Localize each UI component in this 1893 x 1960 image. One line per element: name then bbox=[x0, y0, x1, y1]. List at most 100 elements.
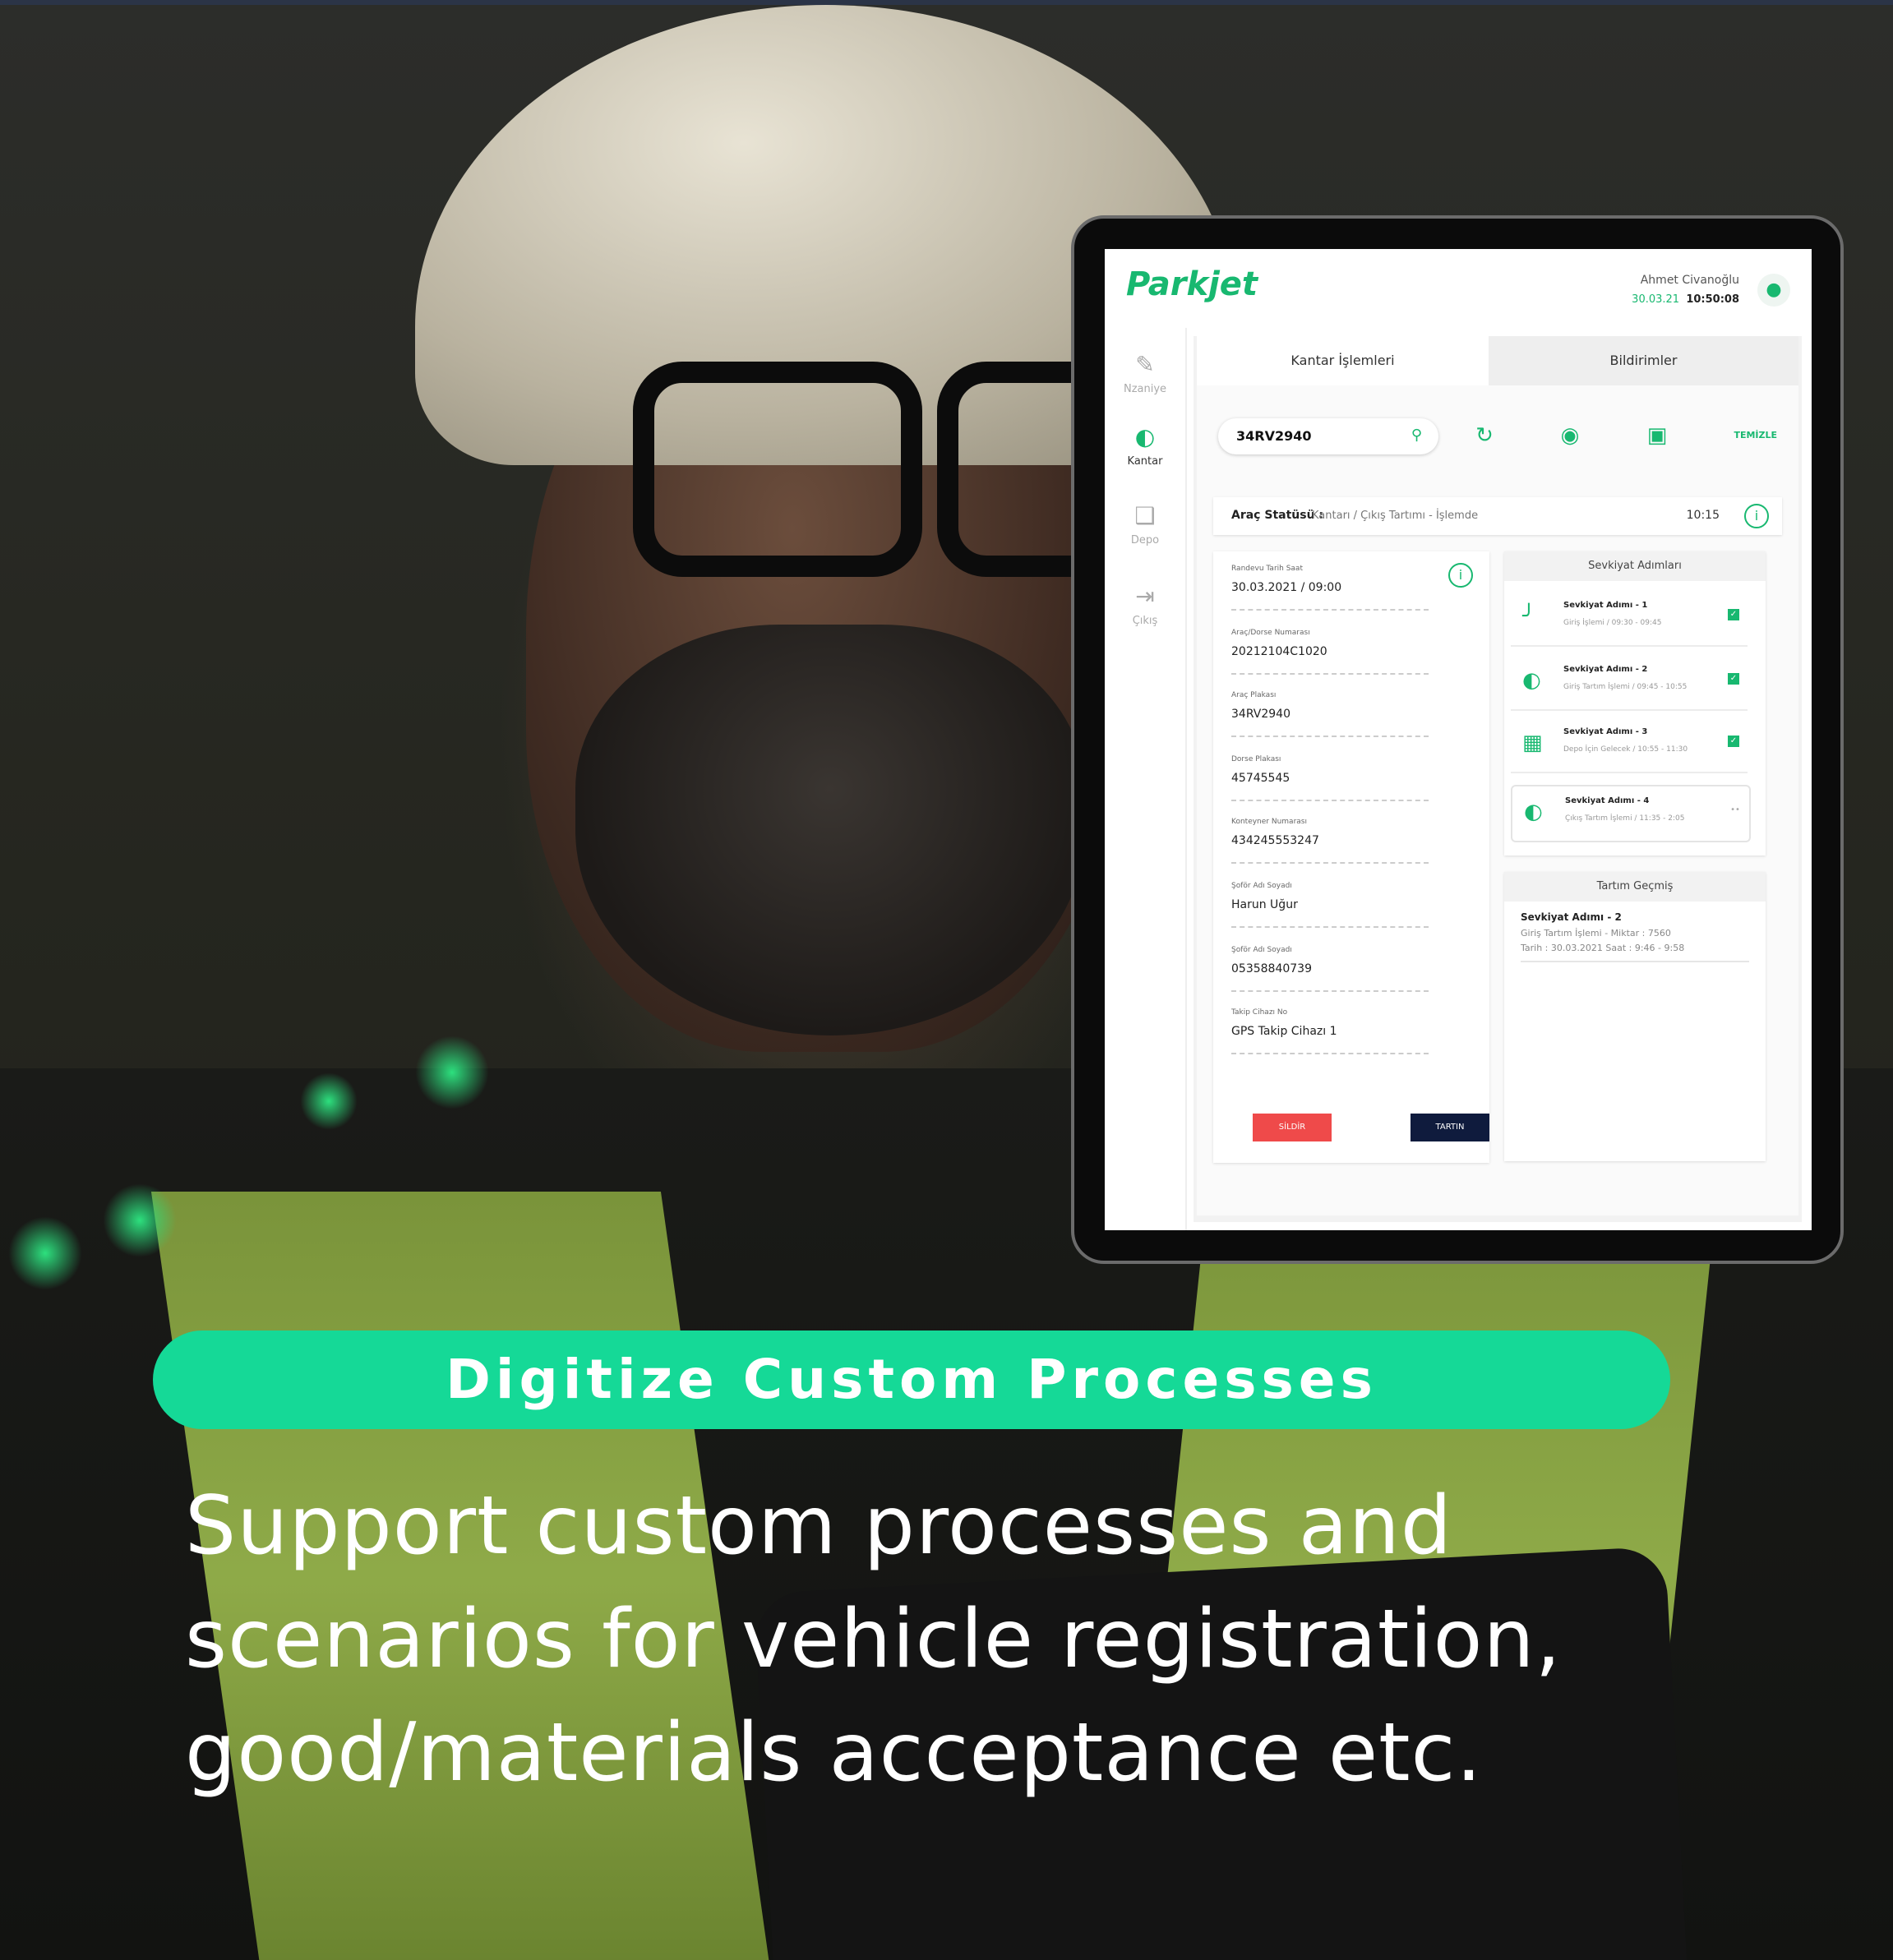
shipment-step[interactable]: ◐ Sevkiyat Adımı - 2 Giriş Tartım İşlemi /… bbox=[1511, 655, 1748, 711]
shipment-step[interactable]: ▦ Sevkiyat Adımı - 3 Depo İçin Gelecek / 1… bbox=[1511, 717, 1748, 773]
step-subtitle: Giriş İşlemi / 09:30 - 09:45 bbox=[1563, 619, 1662, 627]
user-name: Ahmet Civanoğlu bbox=[1640, 274, 1739, 287]
user-avatar-icon[interactable]: ● bbox=[1757, 274, 1790, 307]
box-icon: ❑ bbox=[1134, 502, 1156, 529]
refresh-button[interactable]: ↻ bbox=[1460, 415, 1509, 456]
user-time: 10:50:08 bbox=[1686, 293, 1739, 306]
sidebar-item-nzaniye[interactable]: ✎ Nzaniye bbox=[1105, 351, 1185, 395]
field-value: Harun Uğur bbox=[1231, 898, 1298, 911]
sidebar-item-depo[interactable]: ❑ Depo bbox=[1105, 502, 1185, 546]
photo-bokeh bbox=[415, 1035, 489, 1109]
photo-glasses-left bbox=[633, 362, 922, 577]
search-icon[interactable]: ⚲ bbox=[1411, 427, 1422, 444]
description-line: Support custom processes and bbox=[185, 1479, 1453, 1573]
app-logo[interactable]: Parkjet bbox=[1126, 265, 1258, 303]
field-value: 34RV2940 bbox=[1231, 708, 1290, 721]
search-value: 34RV2940 bbox=[1236, 428, 1312, 444]
field-label: Takip Cihazı No bbox=[1231, 1008, 1288, 1017]
field-vehicle-number[interactable]: Araç/Dorse Numarası 20212104C1020 bbox=[1231, 624, 1429, 675]
hero-image: Parkjet Ahmet Civanoğlu 30.03.21 10:50:0… bbox=[0, 0, 1893, 1960]
shipment-step[interactable]: ╯ Sevkiyat Adımı - 1 Giriş İşlemi / 09:30 … bbox=[1511, 591, 1748, 647]
exit-icon: ⇥ bbox=[1135, 583, 1155, 610]
photo-bokeh bbox=[300, 1072, 358, 1130]
edit-icon: ✎ bbox=[1135, 351, 1155, 378]
info-icon[interactable]: i bbox=[1744, 504, 1769, 528]
field-value: GPS Takip Cihazı 1 bbox=[1231, 1025, 1337, 1038]
info-icon[interactable]: i bbox=[1448, 563, 1473, 588]
shipment-step[interactable]: ◐ Sevkiyat Adımı - 4 Çıkış Tartım İşlemi /… bbox=[1511, 785, 1751, 842]
sidebar-item-cikis[interactable]: ⇥ Çıkış bbox=[1105, 583, 1185, 627]
weighing-history-panel: Tartım Geçmiş Sevkiyat Adımı - 2 Giriş T… bbox=[1504, 872, 1766, 1161]
app-sidebar: ✎ Nzaniye ◐ Kantar ❑ Depo ⇥ Çıkış bbox=[1105, 328, 1187, 1230]
field-driver-name[interactable]: Şoför Adı Soyadı Harun Uğur bbox=[1231, 877, 1429, 928]
divider bbox=[1521, 961, 1749, 962]
user-datetime: 30.03.21 10:50:08 bbox=[1632, 293, 1739, 306]
field-trailer-plate[interactable]: Dorse Plakası 45745545 bbox=[1231, 750, 1429, 801]
barrier-icon: ╯ bbox=[1522, 604, 1535, 629]
refresh-icon: ↻ bbox=[1475, 423, 1494, 448]
step-title: Sevkiyat Adımı - 3 bbox=[1563, 727, 1648, 736]
step-title: Sevkiyat Adımı - 1 bbox=[1563, 601, 1648, 610]
delete-button[interactable]: SİLDİR bbox=[1253, 1114, 1332, 1141]
description-line: good/materials acceptance etc. bbox=[185, 1706, 1483, 1800]
field-label: Randevu Tarih Saat bbox=[1231, 565, 1303, 573]
field-label: Şoför Adı Soyadı bbox=[1231, 882, 1292, 890]
step-title: Sevkiyat Adımı - 2 bbox=[1563, 665, 1648, 674]
sidebar-item-label: Kantar bbox=[1127, 455, 1163, 468]
field-appointment[interactable]: Randevu Tarih Saat 30.03.2021 / 09:00 bbox=[1231, 560, 1429, 611]
warehouse-icon: ▦ bbox=[1522, 731, 1543, 755]
description-text: Support custom processes and scenarios f… bbox=[185, 1469, 1788, 1810]
gauge-icon: ◐ bbox=[1522, 668, 1541, 693]
camera-icon: ▣ bbox=[1646, 423, 1668, 448]
tab-bildirimler[interactable]: Bildirimler bbox=[1489, 336, 1798, 385]
top-border bbox=[0, 0, 1893, 5]
app-screen: Parkjet Ahmet Civanoğlu 30.03.21 10:50:0… bbox=[1105, 249, 1812, 1230]
check-icon: ✓ bbox=[1728, 736, 1739, 747]
status-label: Araç Statüsü : bbox=[1231, 509, 1324, 522]
plate-search-input[interactable]: 34RV2940 ⚲ bbox=[1218, 418, 1438, 454]
step-subtitle: Giriş Tartım İşlemi / 09:45 - 10:55 bbox=[1563, 683, 1688, 691]
main-content: Kantar İşlemleri Bildirimler 34RV2940 ⚲ … bbox=[1194, 336, 1802, 1222]
gauge-icon: ◐ bbox=[1134, 423, 1156, 450]
field-label: Araç/Dorse Numarası bbox=[1231, 629, 1310, 637]
field-label: Şoför Adı Soyadı bbox=[1231, 946, 1292, 954]
field-plate[interactable]: Araç Plakası 34RV2940 bbox=[1231, 686, 1429, 737]
history-entry-detail: Giriş Tartım İşlemi - Miktar : 7560 bbox=[1521, 928, 1671, 938]
zoom-search-button[interactable]: ◉ bbox=[1545, 415, 1595, 456]
field-label: Araç Plakası bbox=[1231, 691, 1277, 699]
sidebar-item-label: Nzaniye bbox=[1123, 383, 1167, 395]
sidebar-item-label: Çıkış bbox=[1132, 615, 1158, 627]
tab-kantar-islemleri[interactable]: Kantar İşlemleri bbox=[1197, 336, 1489, 385]
headline-banner: Digitize Custom Processes bbox=[153, 1330, 1670, 1429]
vehicle-status-bar: Araç Statüsü : Kantarı / Çıkış Tartımı -… bbox=[1213, 497, 1782, 535]
step-subtitle: Çıkış Tartım İşlemi / 11:35 - 2:05 bbox=[1565, 814, 1685, 823]
check-icon: ✓ bbox=[1728, 673, 1739, 685]
description-line: scenarios for vehicle registration, bbox=[185, 1593, 1562, 1686]
camera-button[interactable]: ▣ bbox=[1632, 415, 1682, 456]
weigh-button[interactable]: TARTIN bbox=[1411, 1114, 1489, 1141]
field-value: 434245553247 bbox=[1231, 834, 1319, 847]
zoom-icon: ◉ bbox=[1560, 423, 1580, 448]
tablet-mockup: Parkjet Ahmet Civanoğlu 30.03.21 10:50:0… bbox=[1071, 215, 1844, 1264]
gauge-icon: ◐ bbox=[1524, 800, 1543, 824]
step-subtitle: Depo İçin Gelecek / 10:55 - 11:30 bbox=[1563, 745, 1688, 754]
clear-button[interactable]: TEMİZLE bbox=[1734, 415, 1777, 456]
field-container-number[interactable]: Konteyner Numarası 434245553247 bbox=[1231, 813, 1429, 864]
field-tracking-device[interactable]: Takip Cihazı No GPS Takip Cihazı 1 bbox=[1231, 1003, 1429, 1054]
field-value: 20212104C1020 bbox=[1231, 645, 1327, 658]
sidebar-item-label: Depo bbox=[1130, 534, 1160, 546]
status-value: Kantarı / Çıkış Tartımı - İşlemde bbox=[1312, 510, 1479, 522]
field-label: Dorse Plakası bbox=[1231, 755, 1281, 763]
photo-bokeh bbox=[103, 1183, 177, 1257]
sidebar-item-kantar[interactable]: ◐ Kantar bbox=[1105, 423, 1185, 468]
shipment-steps-panel: Sevkiyat Adımları ╯ Sevkiyat Adımı - 1 Gir… bbox=[1504, 551, 1766, 855]
content-panel: Kantar İşlemleri Bildirimler 34RV2940 ⚲ … bbox=[1197, 336, 1798, 1215]
photo-beard bbox=[575, 625, 1085, 1035]
user-date: 30.03.21 bbox=[1632, 293, 1680, 306]
status-time: 10:15 bbox=[1686, 509, 1720, 522]
field-driver-phone[interactable]: Şoför Adı Soyadı 05358840739 bbox=[1231, 941, 1429, 992]
field-value: 05358840739 bbox=[1231, 962, 1312, 975]
photo-bokeh bbox=[8, 1216, 82, 1290]
history-title: Tartım Geçmiş bbox=[1504, 872, 1766, 902]
vehicle-form: i Randevu Tarih Saat 30.03.2021 / 09:00 A… bbox=[1213, 551, 1489, 1163]
